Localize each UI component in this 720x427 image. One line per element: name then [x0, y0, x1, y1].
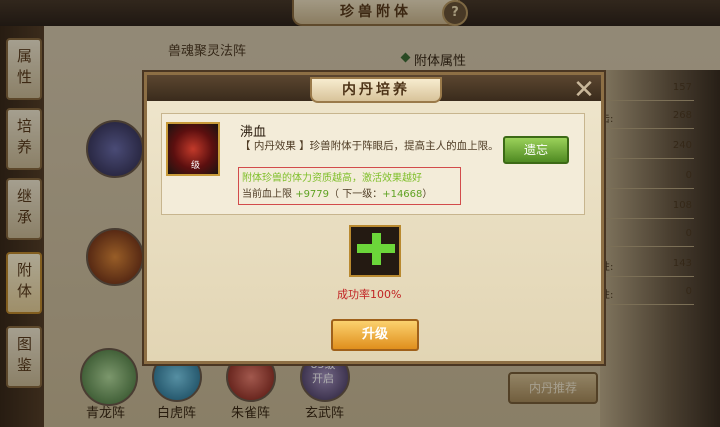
activation-tip: 附体珍兽的体力资质越高，激活效果越好 [242, 173, 422, 184]
core-effect-text: 【 内丹效果 】珍兽附体于阵眼后，提高主人的血上限。 [240, 140, 499, 152]
next-level-value: +14668 [382, 189, 423, 200]
close-icon[interactable]: ✕ [571, 77, 597, 103]
next-level-prefix: （ 下一级： [329, 189, 383, 200]
plus-icon-bar [357, 244, 395, 253]
core-cultivate-modal: 内丹培养 ✕ 级 沸血 【 内丹效果 】珍兽附体于阵眼后，提高主人的血上限。 遗… [144, 72, 604, 364]
forget-button[interactable]: 遗忘 [503, 136, 569, 164]
core-item-level: 级 [191, 161, 201, 171]
success-rate: 成功率100% [337, 288, 402, 301]
next-level-suffix: ） [422, 189, 433, 200]
hp-label: 当前血上限 [242, 189, 292, 200]
modal-title: 内丹培养 [310, 77, 442, 103]
hp-value: +9779 [295, 189, 330, 200]
hp-bonus-line: 当前血上限 +9779（ 下一级：+14668） [242, 185, 432, 200]
core-item-name: 沸血 [240, 125, 267, 140]
upgrade-button[interactable]: 升级 [331, 319, 419, 351]
